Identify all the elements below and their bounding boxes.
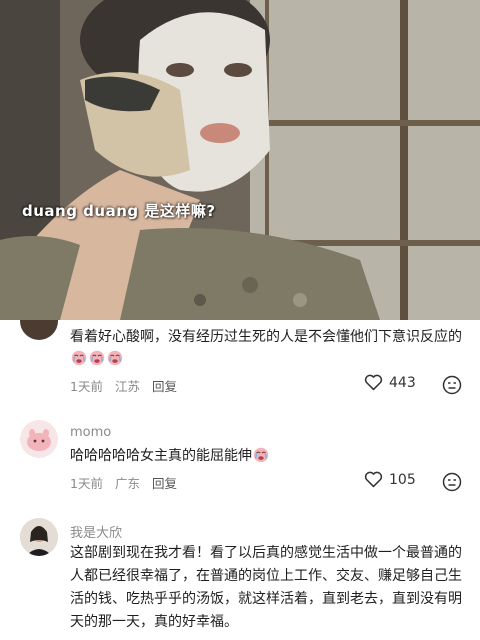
heart-outline-icon <box>364 374 383 391</box>
crying-emoji-icon <box>89 350 105 366</box>
avatar[interactable] <box>20 320 58 340</box>
crying-emoji-group <box>252 447 270 464</box>
comment-text: 哈哈哈哈哈女主真的能屈能伸 <box>70 445 462 467</box>
heart-outline-icon <box>364 471 383 488</box>
emoji-face-icon[interactable] <box>442 375 462 395</box>
comment-time: 1天前 <box>70 476 103 491</box>
comment-username[interactable]: 我是大欣 <box>70 522 122 541</box>
emoji-face-icon[interactable] <box>442 472 462 492</box>
comment-meta: 1天前 广东 回复 <box>70 473 185 492</box>
comment-list[interactable]: 看着好心酸啊，没有经历过生死的人是不会懂他们下意识反应的 1天前 江苏 回复 4… <box>0 320 480 640</box>
comment-meta: 1天前 江苏 回复 <box>70 376 185 395</box>
comment-text: 看着好心酸啊，没有经历过生死的人是不会懂他们下意识反应的 <box>70 326 462 370</box>
avatar[interactable] <box>20 518 58 556</box>
avatar[interactable] <box>20 420 58 458</box>
crying-emoji-group <box>70 350 124 367</box>
cartoon-avatar-image <box>27 429 51 451</box>
video-frame-image <box>0 0 480 320</box>
like-button[interactable]: 443 <box>364 374 416 391</box>
comment-text: 这部剧到现在我才看！看了以后真的感觉生活中做一个最普通的人都已经很幸福了，在普通… <box>70 545 462 630</box>
user-photo-avatar <box>20 518 58 556</box>
crying-emoji-icon <box>71 350 87 366</box>
video-subtitle: duang duang 是这样嘛? <box>22 202 216 220</box>
video-player[interactable]: duang duang 是这样嘛? <box>0 0 480 320</box>
like-count: 443 <box>389 374 416 391</box>
like-button[interactable]: 105 <box>364 471 416 488</box>
comment-username[interactable]: momo <box>70 425 111 440</box>
like-count: 105 <box>389 471 416 488</box>
reply-button[interactable]: 回复 <box>152 379 177 394</box>
comment-location: 江苏 <box>114 379 140 394</box>
comment-time: 1天前 <box>70 379 103 394</box>
crying-emoji-icon <box>107 350 123 366</box>
reply-button[interactable]: 回复 <box>152 476 177 491</box>
comment-location: 广东 <box>114 476 140 491</box>
crying-emoji-icon <box>253 447 269 463</box>
